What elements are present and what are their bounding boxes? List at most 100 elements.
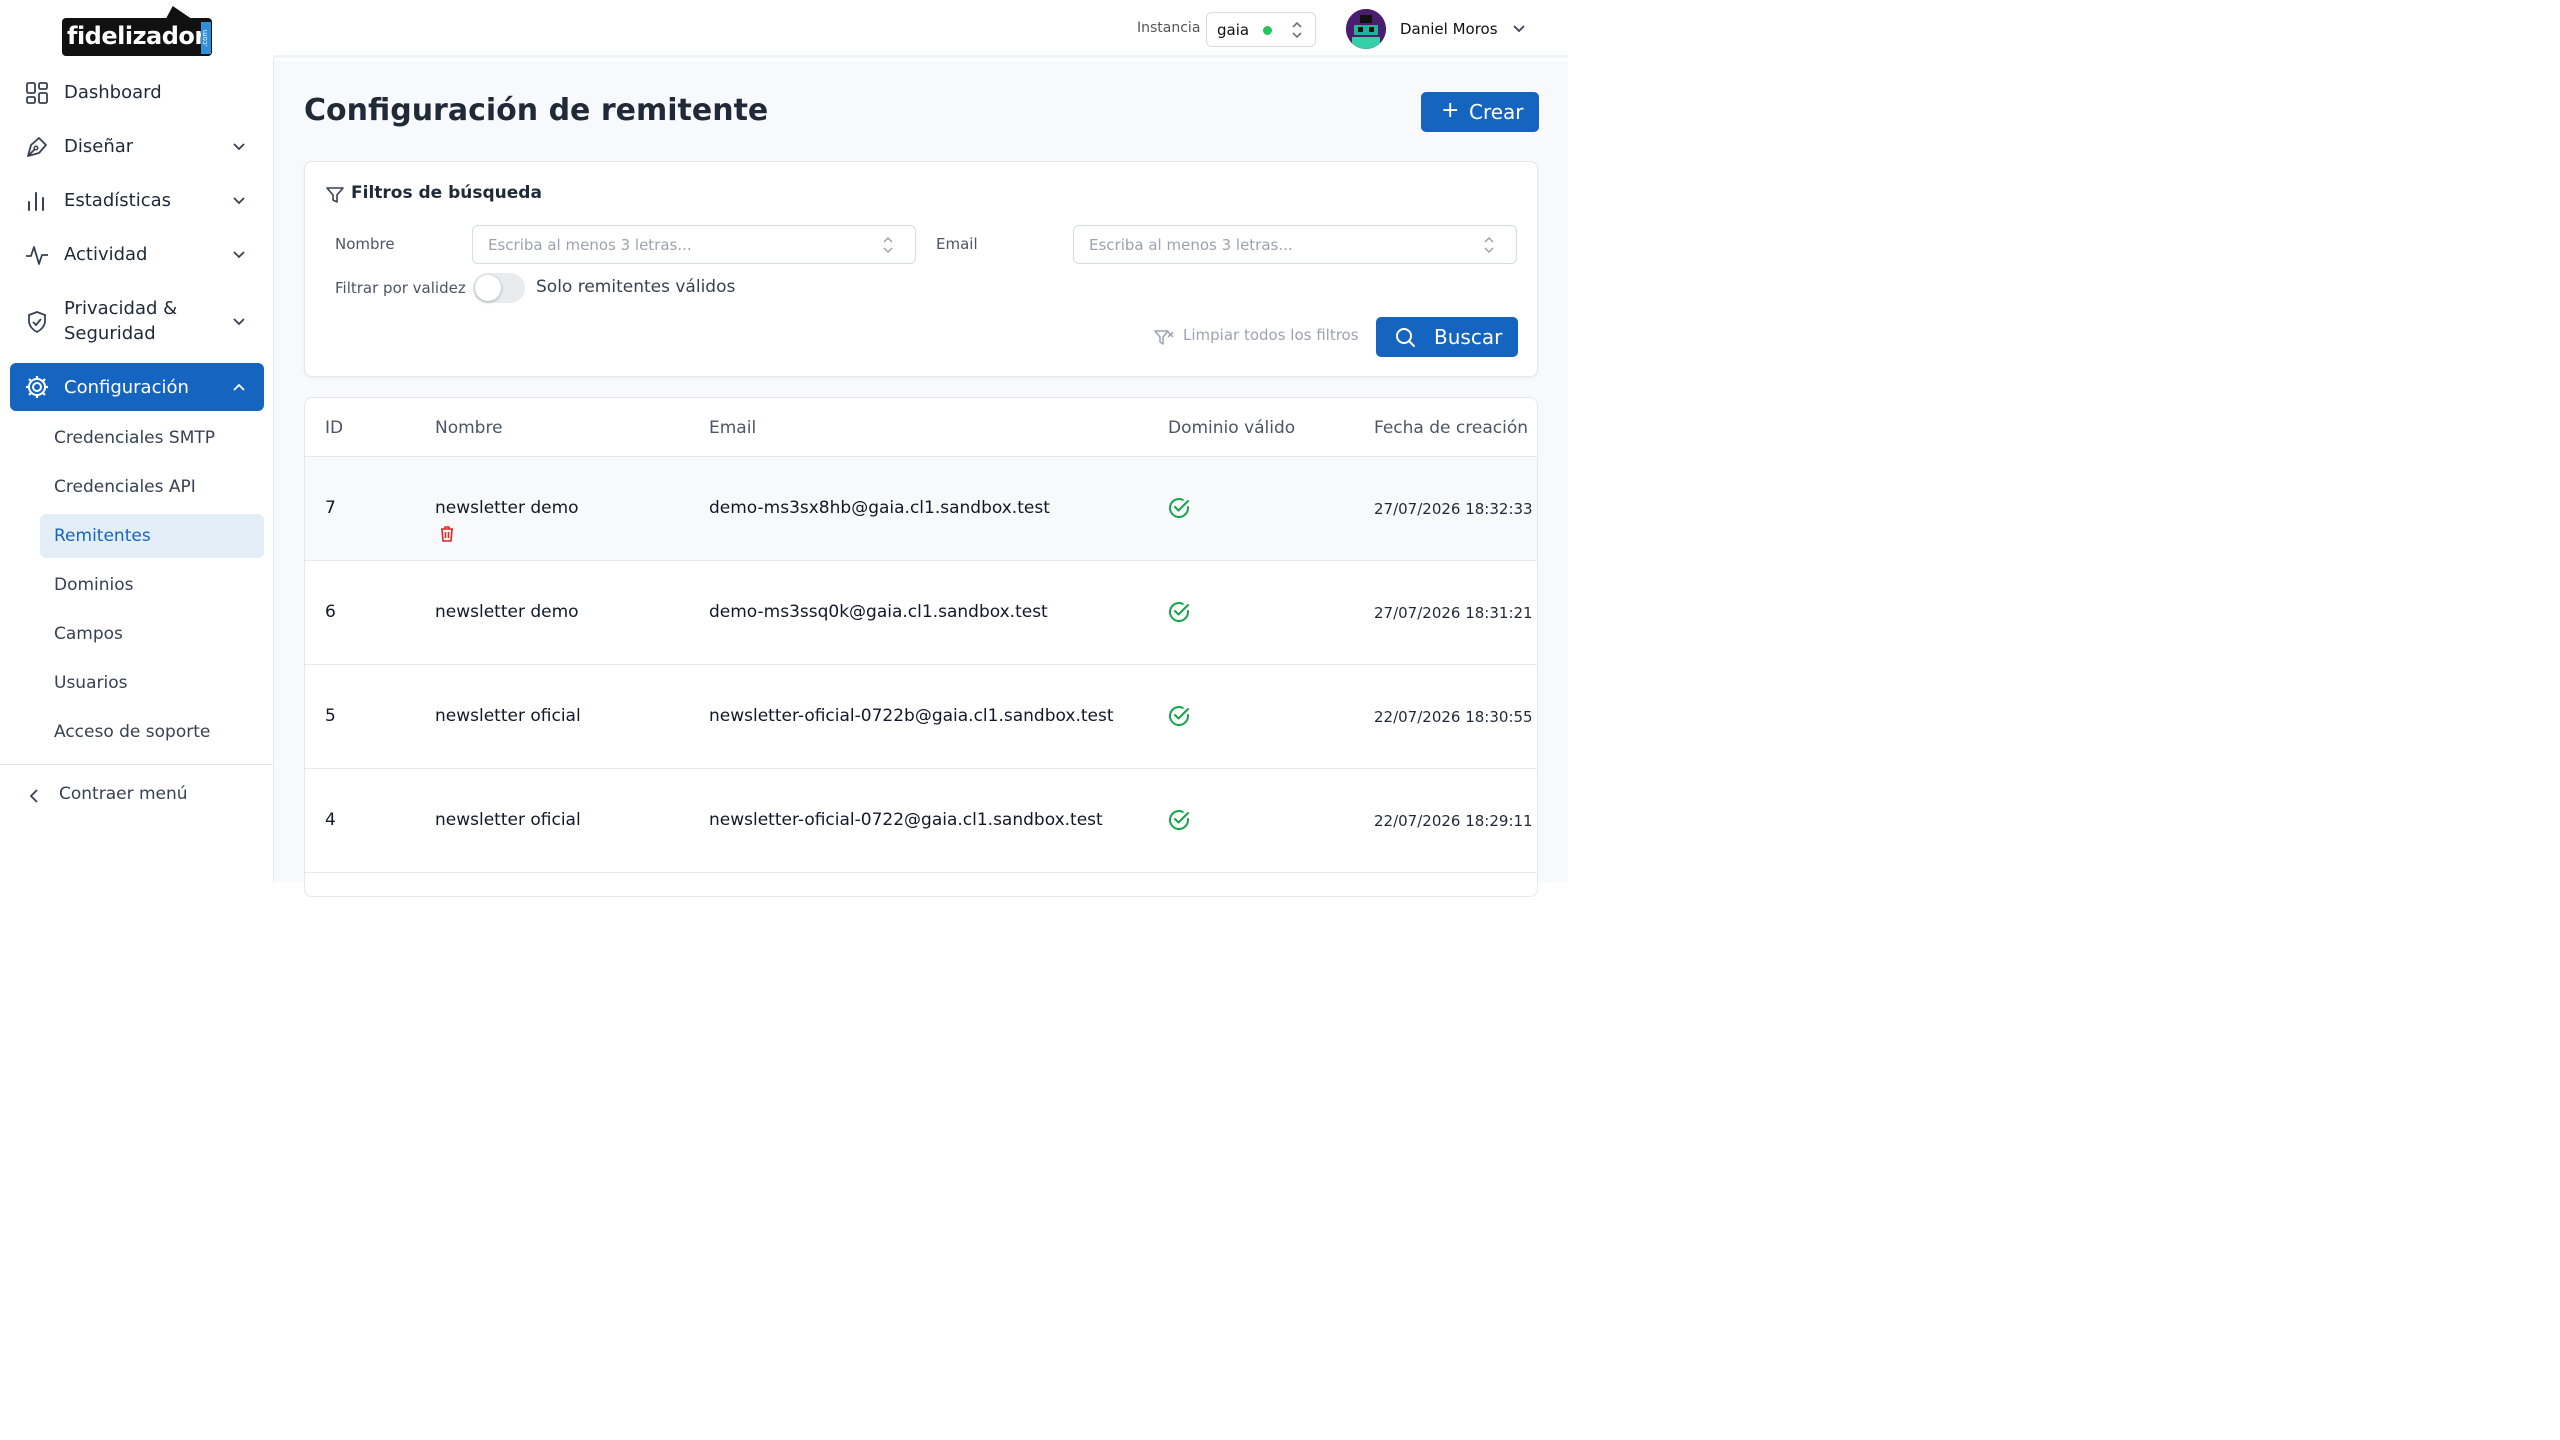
updown-chevron-icon [1484, 236, 1494, 254]
email-filter-placeholder: Escriba al menos 3 letras... [1089, 236, 1293, 254]
clear-filters-label: Limpiar todos los filtros [1183, 326, 1359, 344]
sidebar-subitem-campos[interactable]: Campos [40, 612, 264, 656]
sidebar: Dashboard Diseñar Estadísticas Actividad… [0, 58, 274, 882]
cell-id: 7 [325, 498, 336, 518]
filter-clear-icon [1154, 330, 1174, 345]
chevron-down-icon [233, 318, 245, 326]
create-button[interactable]: + Crear [1421, 92, 1539, 132]
sidebar-item-configuracion[interactable]: Configuración [10, 363, 264, 411]
sidebar-item-label: Dashboard [64, 82, 162, 103]
chevron-down-icon[interactable] [1510, 20, 1528, 38]
sidebar-item-estadisticas[interactable]: Estadísticas [10, 188, 264, 214]
sidebar-subitem-acceso-soporte[interactable]: Acceso de soporte [40, 710, 264, 754]
sidebar-subitem-dominios[interactable]: Dominios [40, 563, 264, 607]
dashboard-icon [26, 82, 48, 104]
search-button[interactable]: Buscar [1376, 317, 1518, 357]
instance-label: Instancia [1137, 20, 1201, 36]
sidebar-subitem-remitentes[interactable]: Remitentes [40, 514, 264, 558]
valid-senders-toggle-label: Solo remitentes válidos [536, 277, 736, 297]
sidebar-item-disenar[interactable]: Diseñar [10, 134, 264, 160]
cell-date: 27/07/2026 18:32:33 [1374, 500, 1533, 518]
instance-value: gaia [1217, 21, 1250, 39]
name-filter-input[interactable]: Escriba al menos 3 letras... [472, 225, 916, 264]
logo-text: fidelizador [67, 22, 206, 50]
name-filter-label: Nombre [335, 235, 395, 253]
table-row[interactable]: 7 newsletter demo demo-ms3sx8hb@gaia.cl1… [305, 457, 1537, 561]
cell-name: newsletter demo [435, 498, 579, 518]
gear-icon [26, 376, 48, 398]
table-row[interactable]: 4 newsletter oficial newsletter-oficial-… [305, 769, 1537, 873]
main-content: Configuración de remitente + Crear Filtr… [274, 61, 1568, 897]
email-filter-input[interactable]: Escriba al menos 3 letras... [1073, 225, 1517, 264]
search-icon [1396, 328, 1415, 347]
cell-email: newsletter-oficial-0722@gaia.cl1.sandbox… [709, 810, 1103, 830]
sidebar-item-label: Privacidad & Seguridad [64, 298, 178, 344]
pen-icon [27, 137, 47, 157]
chevron-left-icon [29, 789, 38, 803]
sidebar-item-dashboard[interactable]: Dashboard [10, 80, 264, 106]
cell-name: newsletter oficial [435, 810, 581, 830]
chevron-up-icon [233, 383, 245, 391]
instance-selector[interactable]: gaia [1206, 12, 1316, 47]
fidelizador-logo[interactable]: fidelizador .com [62, 4, 214, 56]
senders-table: ID Nombre Email Dominio válido Fecha de … [304, 397, 1538, 897]
sidebar-item-label: Actividad [64, 244, 148, 265]
search-filters-panel: Filtros de búsqueda Nombre Escriba al me… [304, 161, 1538, 377]
column-header-id[interactable]: ID [325, 418, 343, 438]
toggle-knob [475, 275, 501, 301]
cell-email: demo-ms3ssq0k@gaia.cl1.sandbox.test [709, 602, 1048, 622]
cell-date: 27/07/2026 18:31:21 [1374, 604, 1533, 622]
cell-name: newsletter oficial [435, 706, 581, 726]
name-filter-placeholder: Escriba al menos 3 letras... [488, 236, 692, 254]
chevron-down-icon [233, 143, 245, 151]
cell-id: 6 [325, 602, 336, 622]
column-header-dominio-valido[interactable]: Dominio válido [1168, 418, 1295, 438]
chevron-down-icon [233, 197, 245, 205]
plus-icon: + [1441, 98, 1460, 123]
sidebar-item-label: Configuración [64, 377, 189, 398]
updown-chevron-icon [1292, 21, 1302, 39]
cell-id: 5 [325, 706, 336, 726]
check-circle-icon [1169, 810, 1189, 830]
sidebar-item-privacidad[interactable]: Privacidad & Seguridad [10, 296, 264, 346]
validity-filter-label: Filtrar por validez [335, 279, 466, 297]
instance-status-dot [1263, 26, 1272, 35]
cell-name: newsletter demo [435, 602, 579, 622]
logo-suffix: .com [201, 22, 211, 54]
search-button-label: Buscar [1434, 325, 1503, 349]
sidebar-divider [0, 764, 274, 765]
create-button-label: Crear [1469, 100, 1524, 124]
table-row[interactable]: 5 newsletter oficial newsletter-oficial-… [305, 665, 1537, 769]
avatar-image-icon [1346, 9, 1386, 49]
updown-chevron-icon [883, 236, 893, 254]
sidebar-subitem-credenciales-smtp[interactable]: Credenciales SMTP [40, 416, 264, 460]
sidebar-item-actividad[interactable]: Actividad [10, 242, 264, 268]
sidebar-item-label: Estadísticas [64, 190, 172, 211]
check-circle-icon [1169, 602, 1189, 622]
page-title: Configuración de remitente [304, 93, 769, 128]
sidebar-item-label: Diseñar [64, 136, 134, 157]
user-name[interactable]: Daniel Moros [1400, 20, 1498, 38]
column-header-fecha-creacion[interactable]: Fecha de creación [1374, 418, 1528, 438]
sidebar-subitem-credenciales-api[interactable]: Credenciales API [40, 465, 264, 509]
valid-senders-toggle[interactable] [473, 273, 525, 303]
collapse-menu-label: Contraer menú [59, 784, 188, 804]
activity-icon [26, 246, 48, 265]
cell-date: 22/07/2026 18:30:55 [1374, 708, 1533, 726]
cell-date: 22/07/2026 18:29:11 [1374, 812, 1533, 830]
email-filter-label: Email [936, 235, 978, 253]
column-header-nombre[interactable]: Nombre [435, 418, 503, 438]
table-row[interactable]: 6 newsletter demo demo-ms3ssq0k@gaia.cl1… [305, 561, 1537, 665]
filters-title-text: Filtros de búsqueda [351, 183, 542, 203]
cell-email: newsletter-oficial-0722b@gaia.cl1.sandbo… [709, 706, 1114, 726]
chevron-down-icon [233, 251, 245, 259]
trash-icon[interactable] [437, 524, 457, 544]
bar-chart-icon [28, 192, 44, 211]
sidebar-subitem-usuarios[interactable]: Usuarios [40, 661, 264, 705]
check-circle-icon [1169, 498, 1189, 518]
avatar[interactable] [1346, 9, 1386, 49]
cell-id: 4 [325, 810, 336, 830]
filter-icon [326, 187, 344, 203]
column-header-email[interactable]: Email [709, 418, 756, 438]
check-circle-icon [1169, 706, 1189, 726]
